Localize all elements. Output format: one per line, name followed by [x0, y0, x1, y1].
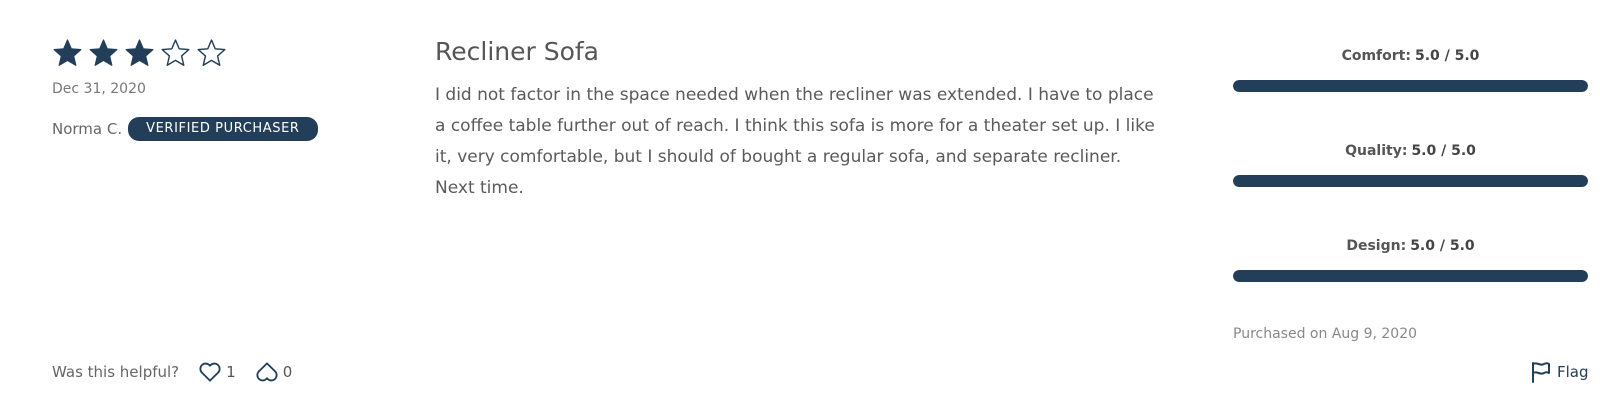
star-filled-icon	[124, 38, 155, 69]
star-rating	[52, 38, 227, 69]
reviewer-name: Norma C.	[52, 120, 123, 138]
rating-bar	[1233, 270, 1588, 282]
flag-button[interactable]: Flag	[1531, 361, 1589, 383]
rating-bar-fill	[1233, 270, 1588, 282]
star-filled-icon	[52, 38, 83, 69]
helpful-question: Was this helpful?	[52, 363, 180, 381]
helpful-no-count: 0	[282, 363, 293, 381]
rating-value: 5.0 / 5.0	[1411, 143, 1476, 159]
review-card: Dec 31, 2020 Norma C. VERIFIED PURCHASER…	[0, 0, 1600, 402]
star-filled-icon	[88, 38, 119, 69]
rating-label: Quality:	[1345, 143, 1408, 159]
rating-label: Comfort:	[1341, 48, 1411, 64]
helpful-section: Was this helpful? 1 0	[52, 362, 292, 382]
verified-purchaser-badge: VERIFIED PURCHASER	[128, 117, 318, 141]
helpful-no-button[interactable]: 0	[256, 362, 293, 382]
star-empty-icon	[196, 38, 227, 69]
reviewer-info: Norma C. VERIFIED PURCHASER	[52, 117, 318, 141]
rating-design: Design: 5.0 / 5.0	[1233, 236, 1588, 286]
review-title: Recliner Sofa	[435, 37, 600, 66]
rating-comfort: Comfort: 5.0 / 5.0	[1233, 46, 1588, 96]
flag-label: Flag	[1557, 363, 1589, 381]
review-body: I did not factor in the space needed whe…	[435, 85, 1155, 198]
rating-bar-fill	[1233, 80, 1588, 92]
rating-label: Design:	[1346, 238, 1407, 254]
purchase-date: Purchased on Aug 9, 2020	[1233, 326, 1418, 342]
helpful-yes-button[interactable]: 1	[199, 362, 236, 382]
rating-bar	[1233, 175, 1588, 187]
rating-quality: Quality: 5.0 / 5.0	[1233, 141, 1588, 191]
rating-bar-fill	[1233, 175, 1588, 187]
rating-bar	[1233, 80, 1588, 92]
review-date: Dec 31, 2020	[52, 81, 146, 97]
rating-value: 5.0 / 5.0	[1414, 48, 1480, 64]
helpful-yes-count: 1	[226, 363, 236, 381]
star-empty-icon	[160, 38, 191, 69]
heart-icon	[199, 362, 221, 382]
flag-icon	[1531, 361, 1557, 383]
rating-value: 5.0 / 5.0	[1410, 238, 1475, 254]
heart-down-icon	[256, 362, 278, 382]
